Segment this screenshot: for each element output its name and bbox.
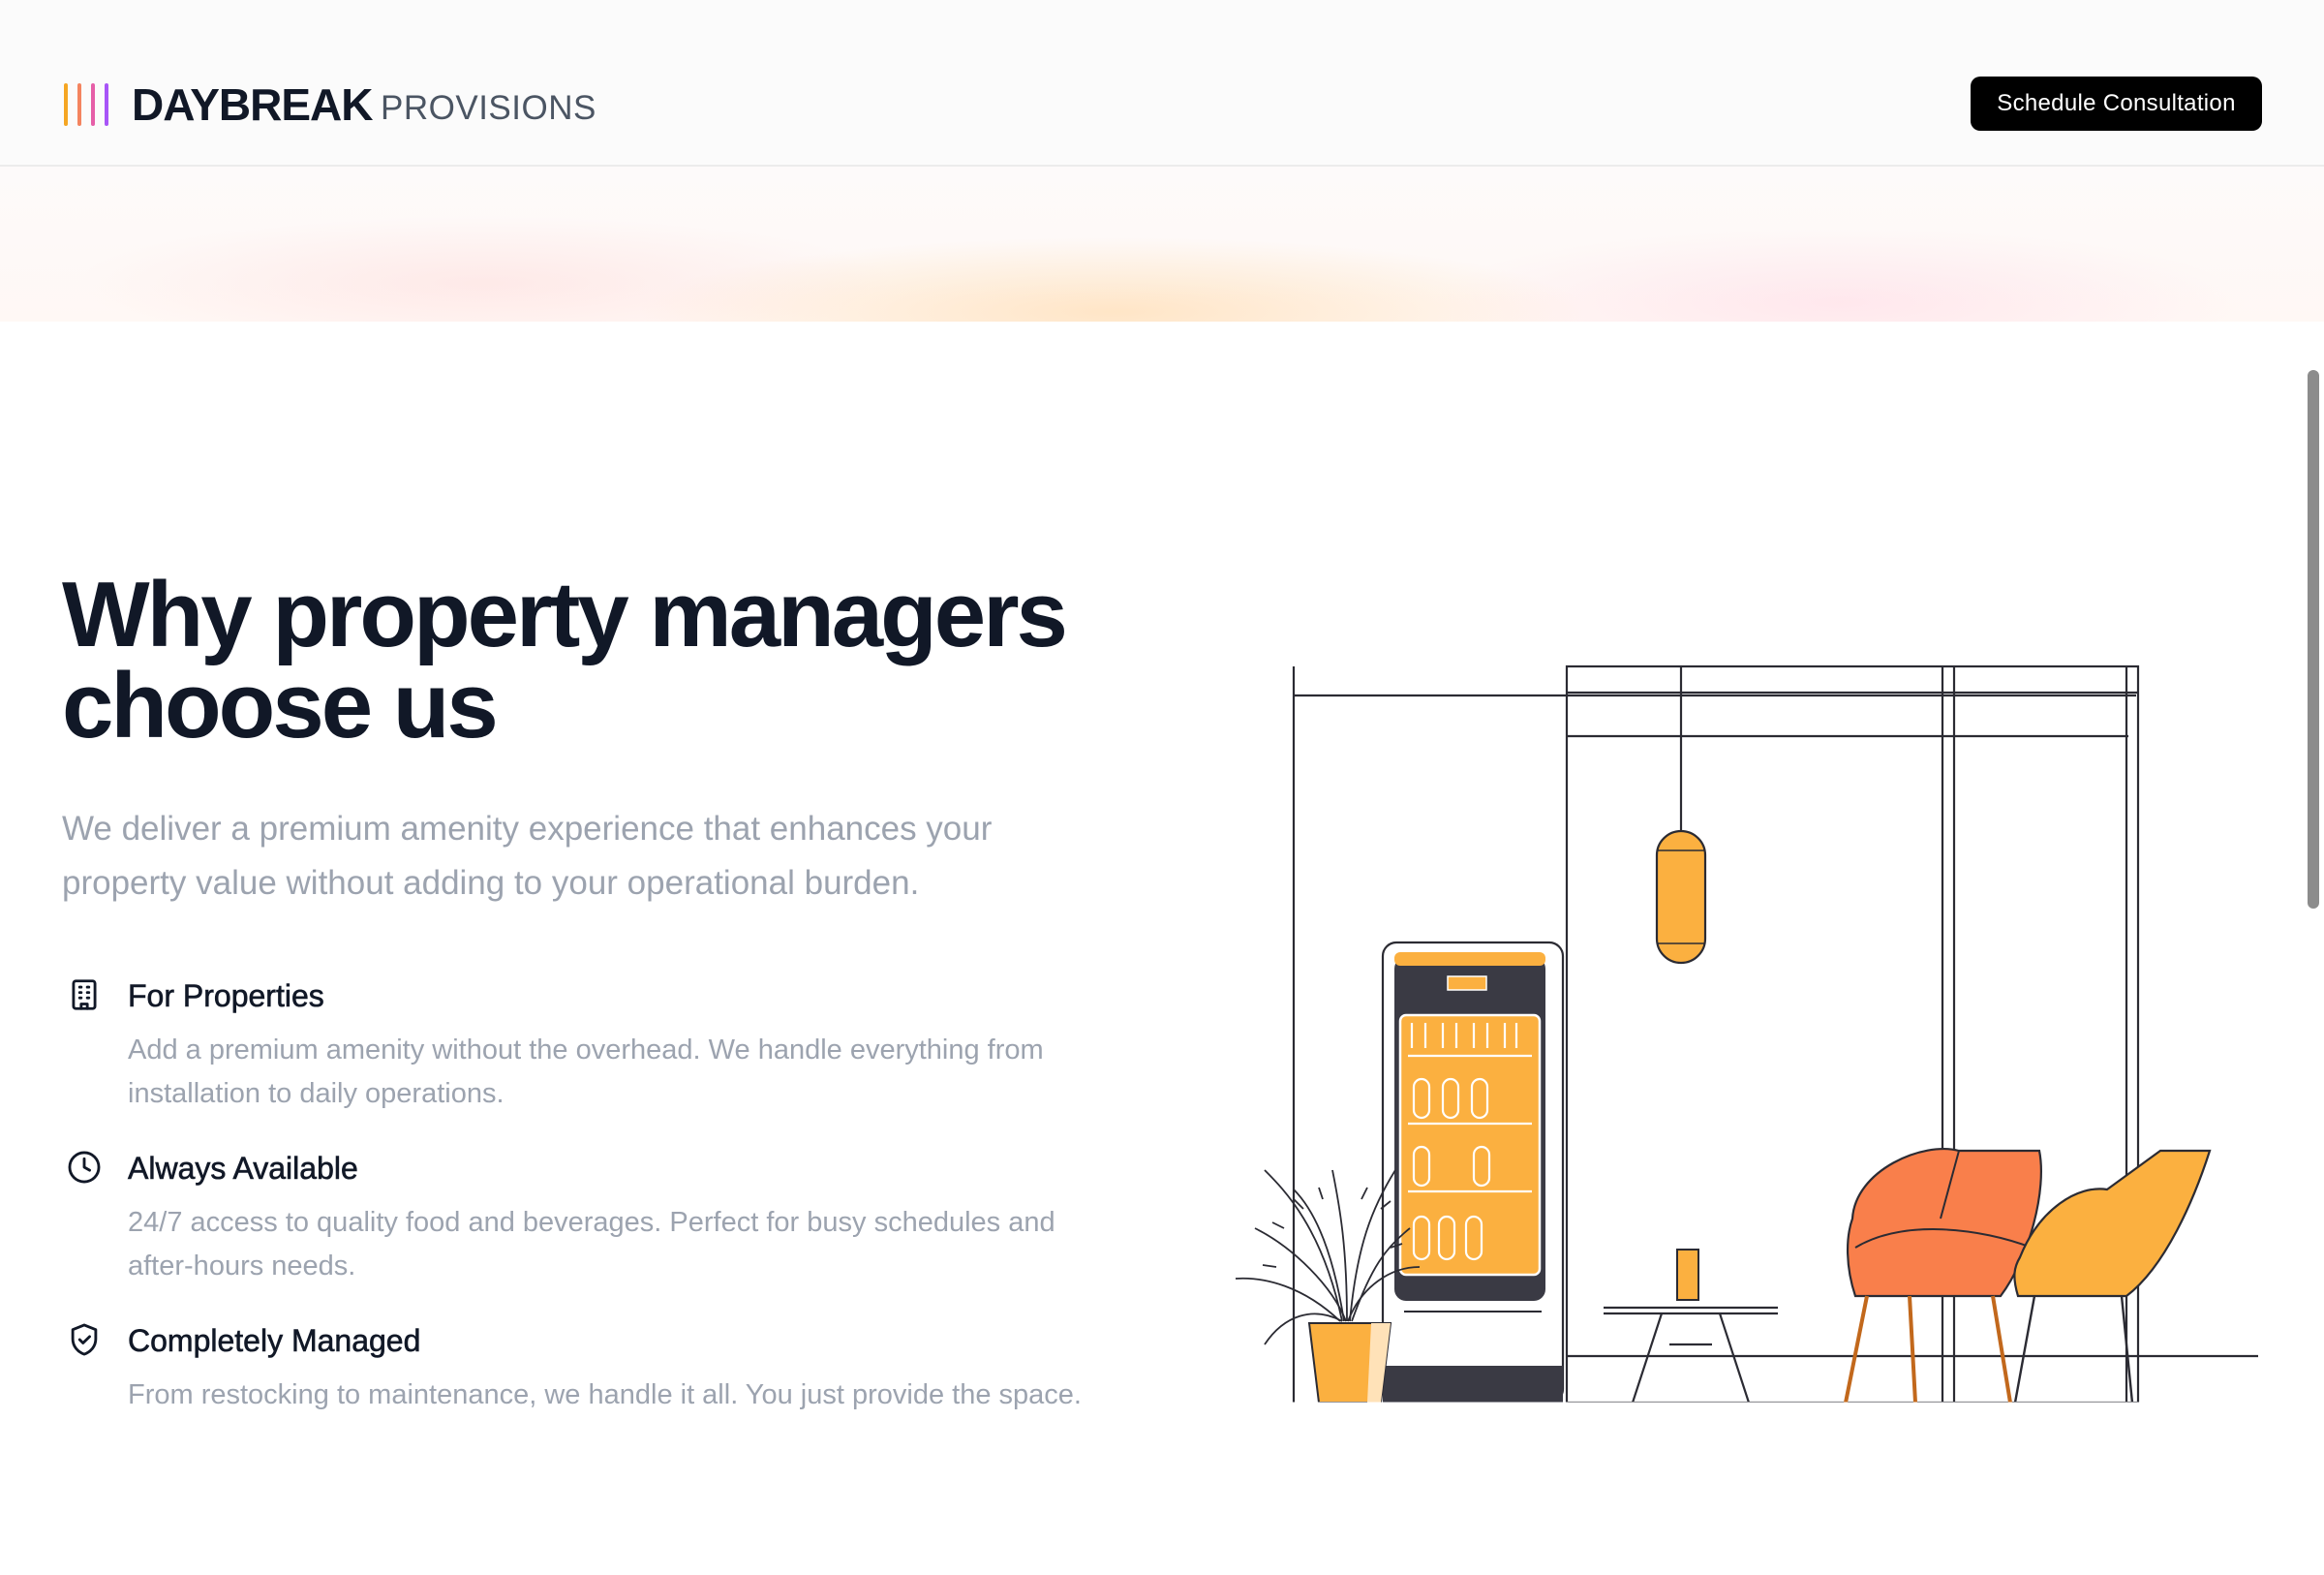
schedule-consultation-button[interactable]: Schedule Consultation	[1971, 77, 2262, 131]
section-headline: Why property managers choose us	[62, 569, 1176, 753]
lounge-chair-yellow	[2013, 1149, 2212, 1403]
feature-title: Completely Managed	[128, 1323, 421, 1359]
feature-description: 24/7 access to quality food and beverage…	[128, 1207, 1055, 1282]
hero-gradient-band	[0, 167, 2324, 322]
brand-name[interactable]: DAYBREAK	[132, 77, 373, 132]
logo-mark-icon	[64, 83, 112, 126]
brand-tagline: PROVISIONS	[381, 89, 596, 127]
feature-title: Always Available	[128, 1151, 358, 1187]
lounge-vending-illustration	[1226, 664, 2268, 1403]
logo-bar	[105, 83, 108, 126]
headline-line-2: choose us	[62, 654, 499, 757]
building-icon	[72, 979, 97, 1010]
shield-check-icon	[71, 1323, 98, 1356]
feature-description: Add a premium amenity without the overhe…	[128, 1035, 1044, 1109]
clock-icon	[68, 1151, 101, 1184]
feature-title: For Properties	[128, 978, 324, 1014]
headline-line-1: Why property managers	[62, 563, 1068, 666]
vending-machine	[1381, 941, 1565, 1403]
logo-bar	[91, 83, 95, 126]
scrollbar-thumb[interactable]	[2308, 370, 2319, 909]
logo-bar	[64, 83, 68, 126]
section-lead: We deliver a premium amenity experience …	[62, 810, 993, 902]
logo-bar	[77, 83, 81, 126]
site-header: DAYBREAK PROVISIONS Schedule Consultatio…	[0, 0, 2324, 167]
feature-description: From restocking to maintenance, we handl…	[128, 1379, 1082, 1410]
